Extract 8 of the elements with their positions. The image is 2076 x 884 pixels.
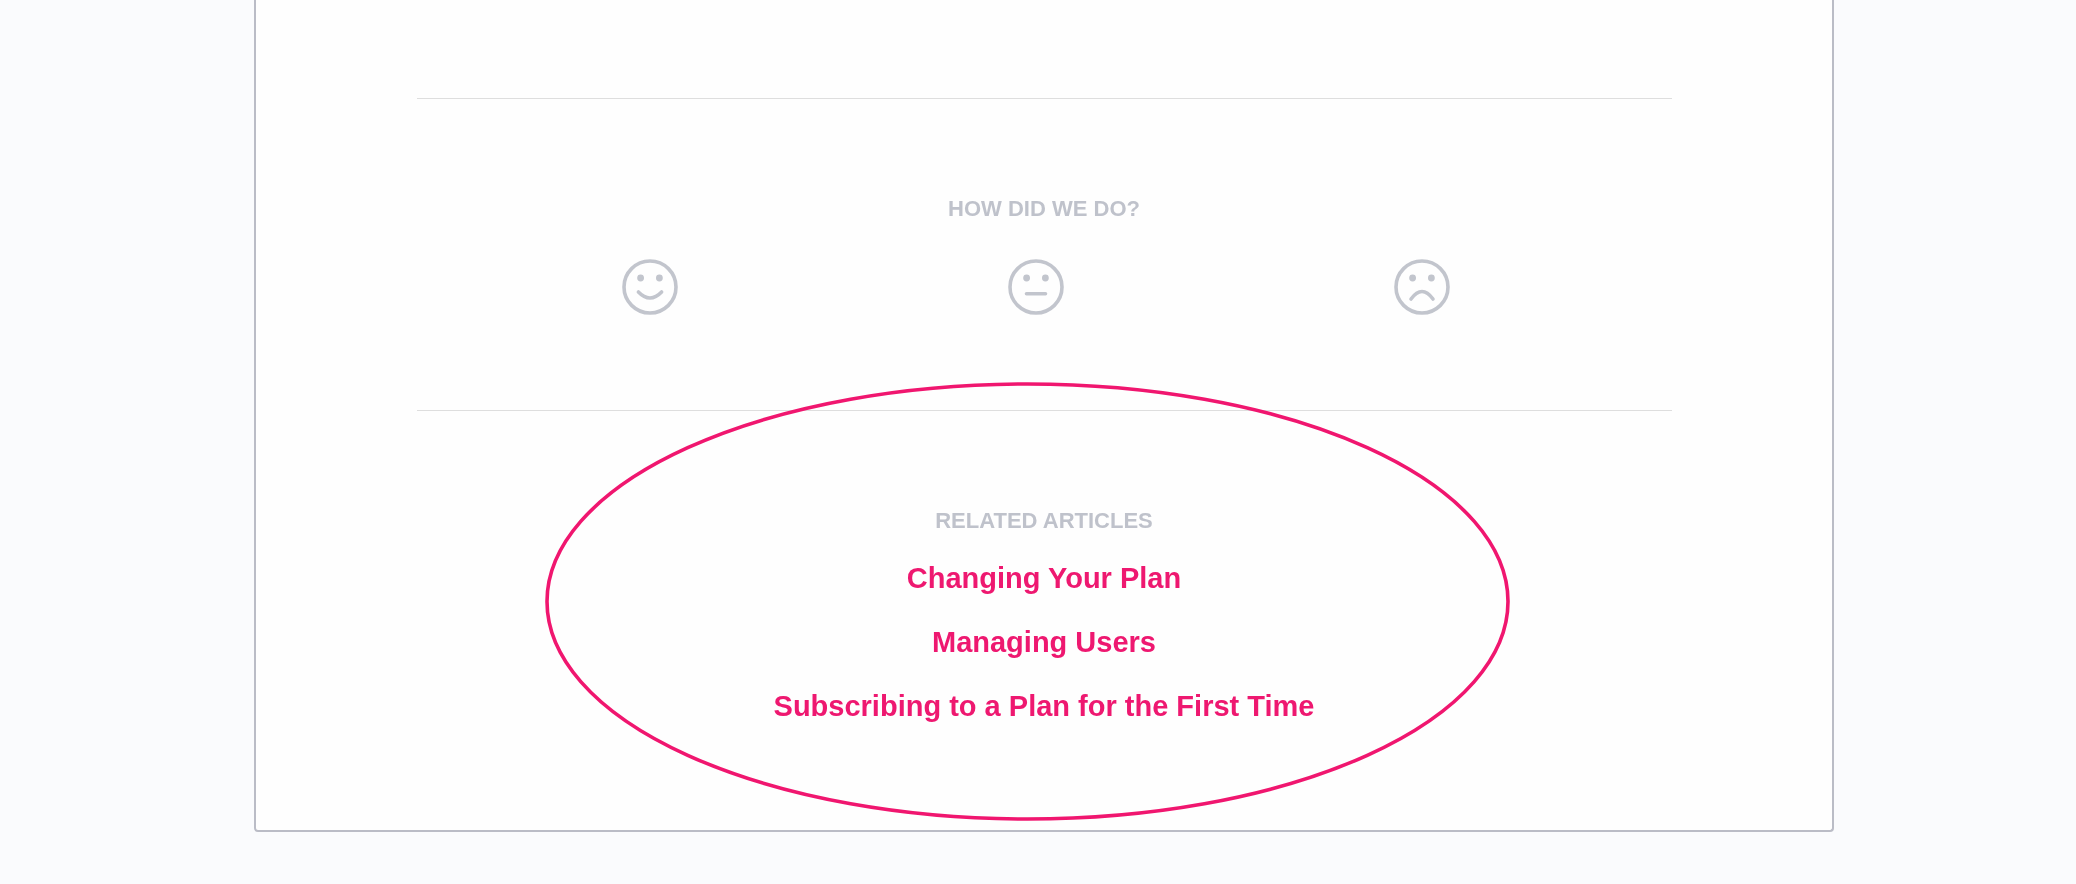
section-heading: HOW DID WE DO? bbox=[948, 196, 1140, 222]
smiling-face-icon[interactable] bbox=[622, 259, 678, 315]
section-heading: RELATED ARTICLES bbox=[935, 508, 1153, 534]
neutral-face-icon[interactable] bbox=[1008, 259, 1064, 315]
article-link[interactable]: Subscribing to a Plan for the First Time bbox=[773, 689, 1315, 723]
article-link[interactable]: Changing Your Plan bbox=[906, 561, 1182, 595]
article-link[interactable]: Managing Users bbox=[932, 625, 1156, 659]
frowning-face-icon[interactable] bbox=[1394, 259, 1450, 315]
